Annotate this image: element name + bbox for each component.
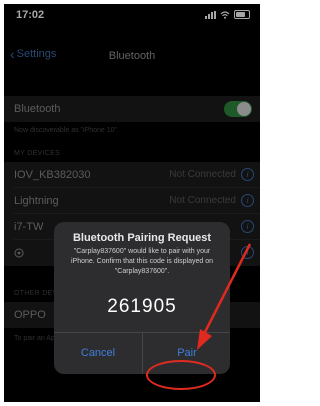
annotation-oval [146,360,216,390]
phone-screen: 17:02 ‹ Settings Bluetooth Bluetooth Now… [4,4,260,402]
cancel-button[interactable]: Cancel [54,333,142,374]
alert-message: "Carplay837600" would like to pair with … [70,248,214,275]
alert-title: Bluetooth Pairing Request [72,232,212,244]
bluetooth-settings-screen: 17:02 ‹ Settings Bluetooth Bluetooth Now… [4,4,260,402]
pairing-alert: Bluetooth Pairing Request "Carplay837600… [54,222,230,374]
pairing-code: 261905 [107,296,177,317]
